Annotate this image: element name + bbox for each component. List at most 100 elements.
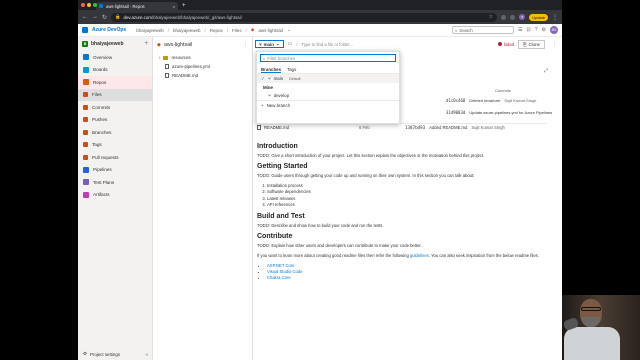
failed-icon — [497, 42, 502, 46]
overview-icon — [83, 54, 89, 61]
more-actions-icon[interactable]: ⋮ — [549, 41, 560, 47]
nav-commits[interactable]: Commits — [78, 101, 152, 114]
close-tab-icon[interactable]: × — [173, 4, 175, 9]
search-input[interactable]: ⌕ Search — [452, 26, 515, 34]
breadcrumb-org[interactable]: bhaiyajeeweb — [136, 28, 164, 33]
minimize-window-button[interactable] — [87, 3, 91, 7]
back-icon[interactable]: ← — [82, 14, 88, 20]
file-icon — [165, 73, 169, 78]
breadcrumb-files[interactable]: Files — [232, 28, 242, 33]
more-options-icon[interactable]: ⋮ — [243, 42, 248, 48]
branch-option-develop[interactable]: ⑂ develop — [257, 91, 399, 100]
forward-icon[interactable]: → — [92, 14, 98, 20]
azure-devops-logo-icon[interactable] — [82, 27, 88, 33]
new-branch-button[interactable]: + New branch — [257, 100, 399, 110]
tab-tags[interactable]: Tags — [287, 67, 296, 73]
clone-button[interactable]: ⎘ Clone — [518, 39, 545, 49]
nav-tags[interactable]: Tags — [78, 139, 152, 152]
readme-heading: Build and Test — [257, 212, 305, 220]
nav-test-plans[interactable]: Test Plans — [78, 176, 152, 189]
tab-branches[interactable]: Branches — [261, 67, 282, 73]
extension-icon[interactable] — [501, 14, 507, 20]
file-icon — [257, 125, 261, 130]
file-row-readme[interactable]: README.md 6 Feb 1387bd93 Added README.md… — [257, 123, 547, 130]
filter-branches-input[interactable]: ⌕ Filter branches — [260, 54, 396, 62]
chevron-down-icon[interactable]: ⌄ — [287, 27, 291, 33]
browser-tab[interactable]: aws-lightsail - Repos × — [96, 2, 178, 10]
project-name: bhaiyajeeweb — [91, 41, 124, 47]
readme-link[interactable]: Visual Studio Code — [267, 269, 303, 274]
tree-item-folder[interactable]: › resources — [153, 53, 252, 62]
repo-icon: ◆ — [250, 27, 255, 32]
branch-icon: ⑂ — [268, 93, 271, 98]
close-window-button[interactable] — [81, 3, 85, 7]
url-path: /bhalyajeeweb/bhalyajeeweb/_git/aws-ligh… — [151, 14, 242, 20]
branch-option-main[interactable]: ✓ ⑂ main Default — [257, 74, 399, 83]
nav-branches[interactable]: Branches — [78, 126, 152, 139]
list-item: API references — [267, 202, 547, 208]
brand-name[interactable]: Azure DevOps — [92, 27, 126, 33]
browser-profile-avatar[interactable]: S — [519, 14, 526, 20]
nav-pipelines[interactable]: Pipelines — [78, 164, 152, 177]
user-avatar[interactable]: BS — [550, 26, 558, 34]
branches-icon — [83, 129, 88, 135]
user-settings-icon[interactable]: ⚙ — [542, 27, 546, 33]
branch-selector-button[interactable]: ⑂ main ⌄ — [255, 40, 284, 48]
extension-icon[interactable] — [510, 14, 516, 20]
breadcrumb-separator-icon: / — [167, 27, 169, 33]
address-bar[interactable]: 🔒 dev.azure.com/bhalyajeeweb/bhalyajeewe… — [111, 12, 498, 22]
browser-menu-icon[interactable]: ⋮ — [552, 14, 558, 21]
reload-icon[interactable]: ↻ — [102, 14, 107, 21]
commit-row[interactable]: 31d9083d Update azure-pipelines.yml for … — [446, 110, 556, 115]
branch-icon: ⑂ — [268, 76, 271, 81]
search-icon: ⌕ — [455, 27, 458, 33]
test-plans-icon — [83, 179, 89, 186]
breadcrumb-repo[interactable]: aws-lightsail — [258, 28, 283, 33]
tree-item-file[interactable]: README.md — [153, 71, 252, 80]
repo-name[interactable]: aws-lightsail — [164, 42, 192, 48]
maximize-window-button[interactable] — [93, 3, 97, 7]
nav-pushes[interactable]: Pushes — [78, 114, 152, 127]
breadcrumb-repos[interactable]: Repos — [210, 28, 223, 33]
commits-column-header: Commits — [495, 88, 511, 93]
folder-outline-icon[interactable]: ▭ — [288, 41, 293, 47]
project-settings-link[interactable]: ⚙ Project settings « — [83, 351, 148, 357]
chevron-right-icon[interactable]: › — [159, 55, 160, 60]
gear-icon: ⚙ — [83, 351, 87, 356]
tree-item-file[interactable]: azure-pipelines.yml — [153, 62, 252, 71]
nav-boards[interactable]: Boards — [78, 64, 152, 77]
readme-link[interactable]: ASP.NET Core — [267, 263, 295, 268]
search-icon: ⌕ — [263, 55, 266, 61]
shopping-bag-icon[interactable]: ⊡ — [527, 27, 531, 33]
artifacts-icon — [83, 191, 89, 198]
nav-pull-requests[interactable]: Pull requests — [78, 151, 152, 164]
project-header[interactable]: B bhaiyajeeweb + — [78, 37, 152, 51]
checkmark-icon: ✓ — [261, 75, 265, 81]
nav-repos[interactable]: Repos — [78, 76, 152, 89]
browser-window: aws-lightsail - Repos × + ← → ↻ 🔒 dev.az… — [78, 0, 562, 360]
project-badge: B — [82, 41, 88, 47]
nav-files[interactable]: Files — [78, 88, 152, 101]
path-search-input[interactable]: Type to find a file or folder... — [302, 42, 353, 47]
breadcrumb-project[interactable]: bhaiyajeeweb — [173, 28, 201, 33]
readme-paragraph: TODO: Describe and show how to build you… — [257, 222, 384, 228]
help-icon[interactable]: ? — [535, 27, 538, 33]
update-button[interactable]: Update — [529, 13, 548, 21]
settings-list-icon[interactable]: ☰ — [518, 27, 522, 33]
add-icon[interactable]: + — [144, 41, 148, 47]
fullscreen-icon[interactable]: ⤢ — [544, 68, 548, 74]
nav-overview[interactable]: Overview — [78, 51, 152, 64]
bookmark-star-icon[interactable]: ☆ — [489, 14, 493, 20]
new-tab-button[interactable]: + — [182, 3, 186, 9]
lock-icon: 🔒 — [115, 14, 121, 19]
devops-topbar: Azure DevOps bhaiyajeeweb / bhaiyajeeweb… — [78, 24, 562, 37]
readme-heading: Contribute — [257, 232, 293, 240]
guidelines-link[interactable]: guidelines — [410, 253, 429, 258]
path-separator-icon: / — [296, 41, 298, 47]
collapse-nav-icon[interactable]: « — [146, 352, 148, 357]
readme-link[interactable]: Chakra Core — [267, 275, 291, 280]
nav-artifacts[interactable]: Artifacts — [78, 189, 152, 202]
pipeline-status-badge[interactable]: failed — [497, 42, 514, 47]
readme-steps-list: Installation process Software dependenci… — [267, 183, 547, 209]
commit-row[interactable]: d1c0c468 Deleted terraform Sujit Kumar S… — [446, 98, 536, 103]
